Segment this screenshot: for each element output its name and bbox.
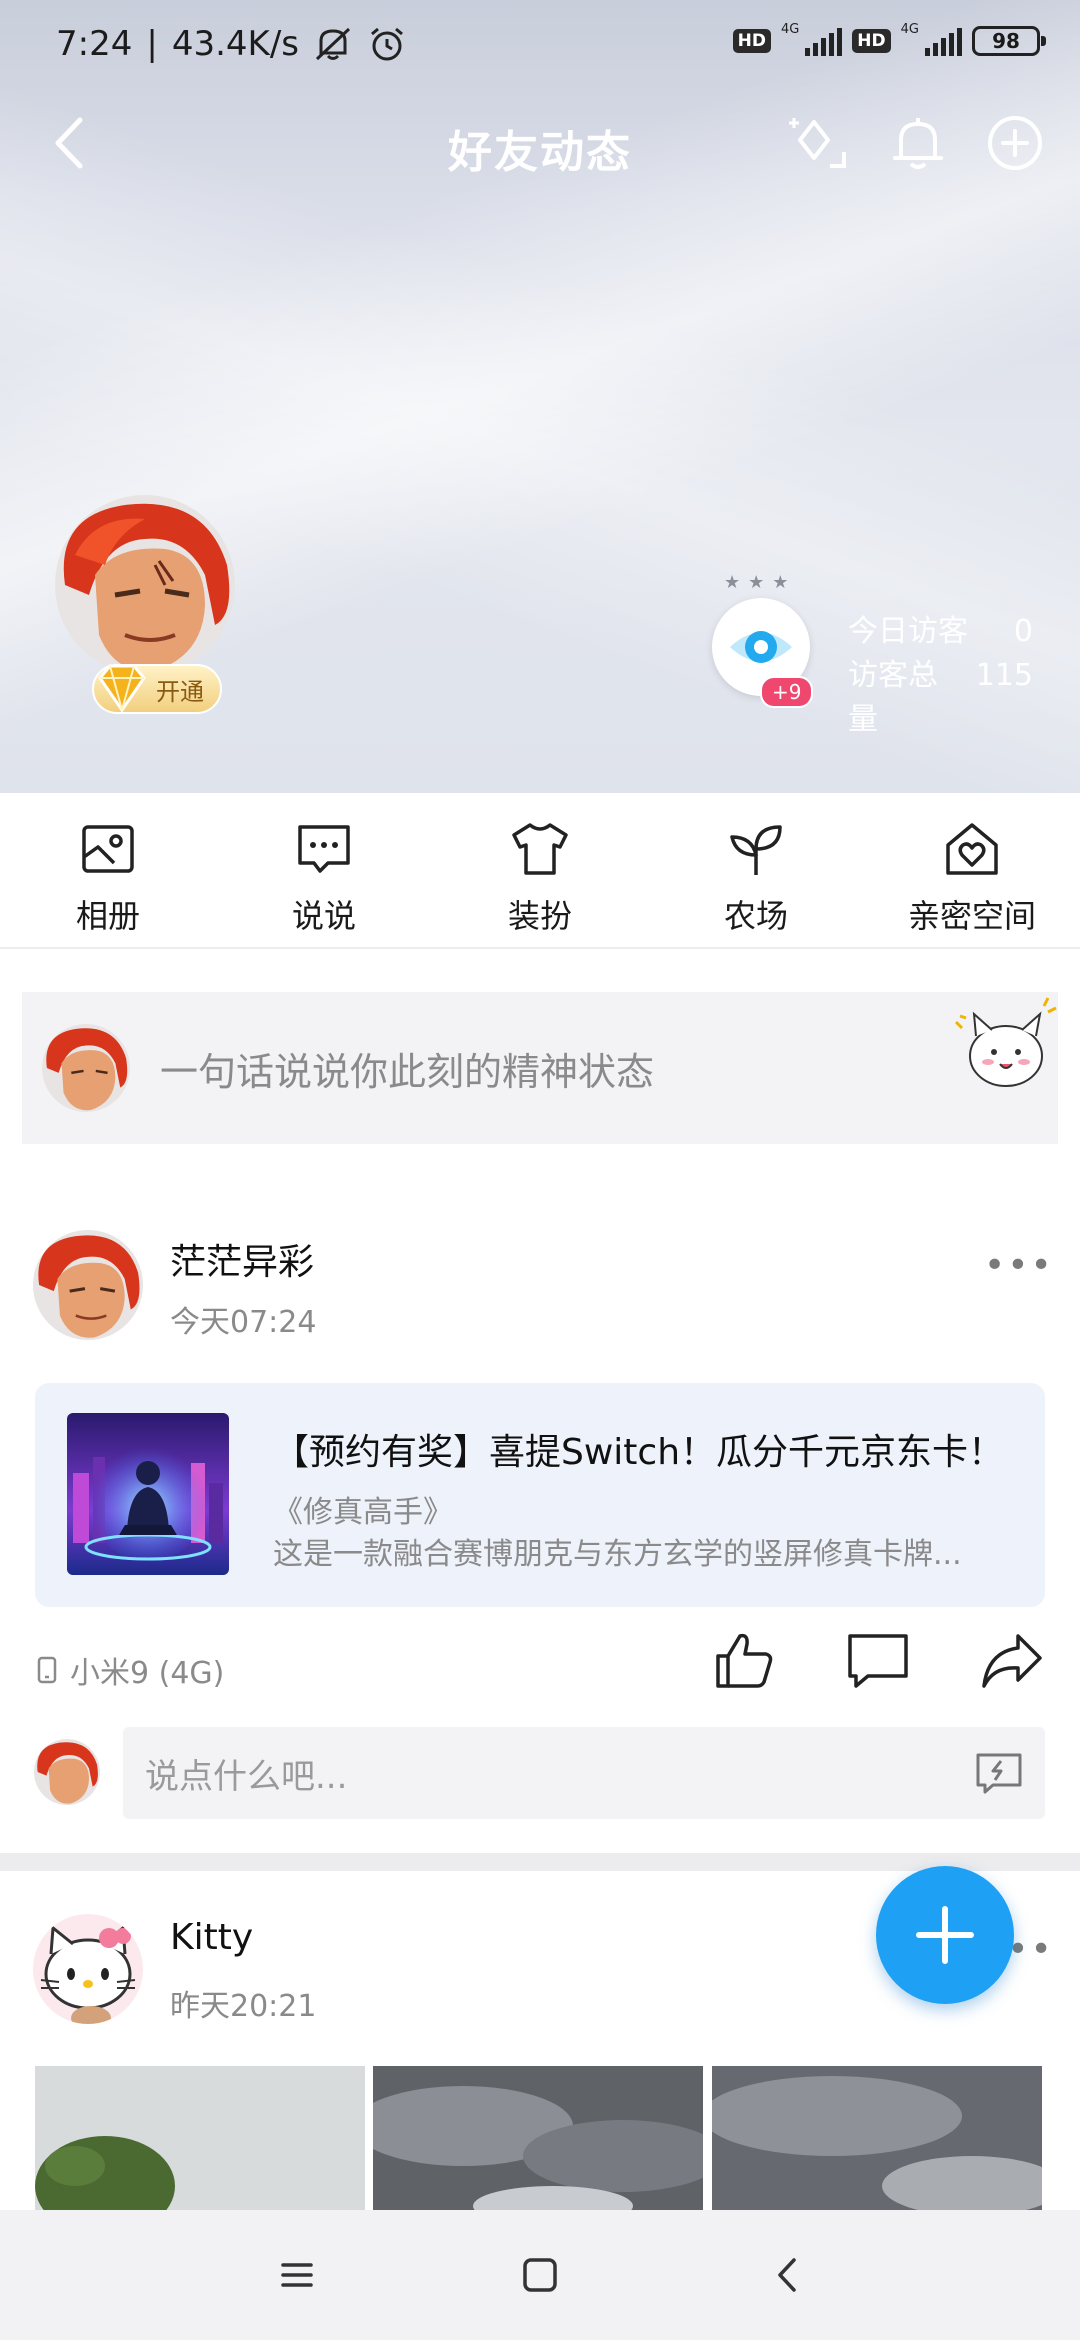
sprout-icon [730,825,782,875]
total-visitors-label: 访客总量 [848,658,938,737]
photo-clouds [373,2066,703,2216]
profile-cover: 7:24 | 43.4K/s HD 4G HD 4G 98 好友动态 开通 ★★… [0,0,1080,793]
total-visitors-value: 115 [975,658,1033,693]
compose-placeholder: 一句话说说你此刻的精神状态 [160,1049,655,1094]
comment-icon[interactable] [846,1628,910,1692]
quick-item-label: 亲密空间 [907,897,1036,935]
post-photo[interactable] [35,2066,365,2216]
like-icon[interactable] [712,1628,776,1692]
network-type-2: 4G [900,21,919,37]
top-nav: 好友动态 [0,96,1080,192]
diamond-icon [98,664,146,713]
alarm-icon [371,27,403,61]
avatar-illustration [55,495,235,675]
quick-item-label: 农场 [723,897,788,935]
post-author-avatar[interactable] [33,1230,143,1340]
system-nav-bar [0,2210,1080,2340]
avatar [42,1024,130,1112]
menu-icon[interactable] [277,2255,317,2295]
cat-sticker-icon [954,997,1057,1087]
shared-link-card[interactable]: 【预约有奖】喜提Switch！瓜分千元京东卡！ 《修真高手》 这是一款融合赛博朋… [35,1383,1045,1607]
game-thumbnail [67,1413,229,1575]
vip-open-label: 开通 [156,677,204,706]
shared-card-description: 这是一款融合赛博朋克与东方玄学的竖屏修真卡牌... [273,1537,962,1572]
network-type-1: 4G [780,21,800,37]
feed-divider [0,1853,1080,1871]
stars-decoration: ★★★ [724,572,797,593]
compose-box[interactable]: 一句话说说你此刻的精神状态 [22,992,1058,1144]
avatar-illustration [33,1230,143,1340]
chat-icon [298,825,350,873]
bell-icon[interactable] [883,108,953,178]
battery-icon: 98 [972,26,1046,56]
quick-item-label: 装扮 [507,897,572,935]
quick-item-album[interactable]: 相册 [0,793,216,947]
today-visitors-label: 今日访客 [848,614,968,649]
status-right: HD 4G HD 4G 98 [732,22,1046,56]
comment-input[interactable]: 说点什么吧... [123,1727,1045,1819]
status-time: 7:24 [56,24,133,64]
post-photo[interactable] [712,2066,1042,2216]
battery-level: 98 [992,29,1020,53]
avatar-illustration [34,1739,100,1805]
status-bar: 7:24 | 43.4K/s HD 4G HD 4G 98 [0,0,1080,96]
status-separator: | [146,24,158,64]
photo-landscape [35,2066,365,2216]
post-author-avatar[interactable] [33,1914,143,2024]
quick-item-label: 相册 [75,897,140,935]
heart-house-icon [946,823,998,875]
hello-kitty-avatar [33,1914,143,2024]
post-time: 昨天20:21 [170,1989,317,2024]
shared-card-game: 《修真高手》 [273,1495,453,1530]
post-author-name[interactable]: 茫茫异彩 [170,1233,314,1285]
visitor-stats[interactable]: 今日访客 0 访客总量 115 [848,610,1033,742]
avatar [34,1739,100,1805]
system-back-icon[interactable] [768,2255,808,2295]
hd-badge-2: HD [852,29,891,53]
signal-icon-1 [805,26,843,56]
today-visitors-row: 今日访客 0 [848,610,1033,654]
post-device: 小米9 (4G) [36,1648,224,1692]
post-device-label: 小米9 (4G) [70,1656,225,1691]
post-author-name[interactable]: Kitty [170,1917,253,1958]
quick-item-moments[interactable]: 说说 [216,793,432,947]
decorate-icon[interactable] [784,108,854,178]
comment-placeholder: 说点什么吧... [145,1756,348,1797]
share-icon[interactable] [980,1628,1044,1692]
status-net-speed: 43.4K/s [171,24,299,64]
quick-comment-icon[interactable] [975,1751,1023,1795]
add-circle-icon[interactable] [980,108,1050,178]
album-icon [82,825,134,873]
quick-menu: 相册 说说 装扮 农场 亲密空间 [0,793,1080,949]
quick-item-dressup[interactable]: 装扮 [432,793,648,947]
today-visitors-value: 0 [1013,614,1033,649]
post-time: 今天07:24 [170,1305,317,1340]
profile-avatar[interactable] [55,495,235,675]
hd-badge-1: HD [732,29,771,53]
plus-icon [916,1906,974,1964]
phone-icon [37,1656,57,1684]
post-photo[interactable] [373,2066,703,2216]
quick-item-farm[interactable]: 农场 [648,793,864,947]
home-icon[interactable] [520,2255,560,2295]
game-cover-image [67,1413,229,1575]
mute-icon [315,27,351,61]
quick-item-label: 说说 [291,897,356,935]
more-options-icon[interactable]: ••• [984,1245,1054,1286]
visitor-new-badge: +9 [760,676,814,708]
publish-fab-button[interactable] [876,1866,1014,2004]
photo-clouds [712,2066,1042,2216]
total-visitors-row: 访客总量 115 [848,654,1033,742]
avatar-illustration [42,1024,130,1112]
status-left: 7:24 | 43.4K/s [56,24,407,64]
quick-item-intimate-space[interactable]: 亲密空间 [864,793,1080,947]
shared-card-title: 【预约有奖】喜提Switch！瓜分千元京东卡！ [273,1432,1005,1473]
tshirt-icon [512,823,568,875]
signal-icon-2 [925,26,962,56]
